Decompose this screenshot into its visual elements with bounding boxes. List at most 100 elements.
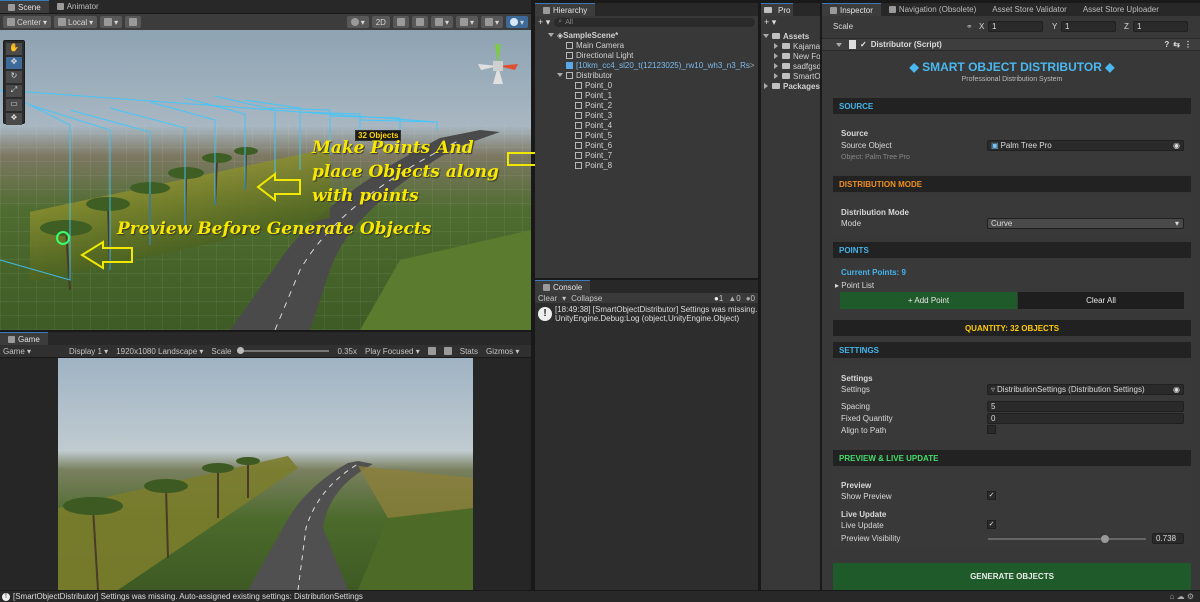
scene-draw-mode-button[interactable]: ▾ <box>346 16 369 28</box>
expand-arrow-icon[interactable] <box>557 73 563 77</box>
component-header[interactable]: ✓ Distributor (Script) ? ⇆ ⋮ <box>822 38 1200 51</box>
object-picker-icon[interactable]: ◉ <box>1173 385 1180 394</box>
expand-icon[interactable] <box>774 53 778 59</box>
scale-y-field[interactable]: 1 <box>1061 21 1116 32</box>
help-icon[interactable]: ? <box>1164 40 1169 49</box>
preview-visibility-slider[interactable] <box>988 535 1146 543</box>
live-update-checkbox[interactable]: ✓ <box>987 520 996 529</box>
audio-toggle[interactable] <box>411 16 428 28</box>
hierarchy-item[interactable]: Point_0 <box>575 80 612 90</box>
toggle-2d-button[interactable]: 2D <box>371 16 390 28</box>
spacing-field[interactable]: 5 <box>987 401 1184 412</box>
pivot-center-dropdown[interactable]: Center ▾ <box>3 16 52 28</box>
console-entry[interactable]: ! [18:49:38] [SmartObjectDistributor] Se… <box>535 305 758 327</box>
tab-project[interactable]: Pro <box>761 3 794 16</box>
source-object-field[interactable]: ▣ Palm Tree Pro ◉ <box>987 140 1184 151</box>
game-viewport[interactable] <box>58 358 473 590</box>
display-dropdown[interactable]: Display 1 ▾ <box>69 347 108 356</box>
component-menu-icon[interactable]: ⋮ <box>1184 40 1192 49</box>
generate-objects-button[interactable]: GENERATE OBJECTS <box>833 563 1191 590</box>
assets-folder[interactable]: Assets <box>763 31 809 41</box>
effects-dropdown[interactable]: ▾ <box>430 16 453 28</box>
expand-arrow-icon[interactable] <box>548 33 554 37</box>
point-list-foldout[interactable]: ▸ Point List <box>835 281 874 290</box>
constrain-proportions-icon[interactable]: ⚭ <box>966 22 973 31</box>
hierarchy-search[interactable]: ⌕ All <box>554 17 755 27</box>
hierarchy-item[interactable]: Point_1 <box>575 90 612 100</box>
gizmos-button[interactable]: Gizmos ▾ <box>486 347 519 356</box>
hierarchy-item[interactable]: Main Camera <box>566 40 624 50</box>
resolution-dropdown[interactable]: 1920x1080 Landscape ▾ <box>116 347 203 356</box>
assets-expand-icon[interactable] <box>763 34 769 38</box>
show-preview-checkbox[interactable]: ✓ <box>987 491 996 500</box>
align-to-path-checkbox[interactable] <box>987 425 996 434</box>
tab-navigation[interactable]: Navigation (Obsolete) <box>881 3 984 16</box>
error-count-toggle[interactable]: ●0 <box>746 294 755 303</box>
scene-camera-dropdown[interactable]: ▾ <box>480 16 503 28</box>
hierarchy-item[interactable]: Point_4 <box>575 120 612 130</box>
hierarchy-item[interactable]: ◈ SampleScene* <box>548 30 618 40</box>
points-section-header[interactable]: POINTS <box>833 242 1191 258</box>
play-focused-dropdown[interactable]: Play Focused ▾ <box>365 347 420 356</box>
expand-icon[interactable] <box>774 73 778 79</box>
settings-section-header[interactable]: SETTINGS <box>833 342 1191 358</box>
add-point-button[interactable]: + Add Point <box>840 292 1017 309</box>
folder-item[interactable]: Kajaman <box>773 41 820 51</box>
collapse-button[interactable]: Collapse <box>571 294 602 303</box>
mute-audio-icon[interactable] <box>427 347 436 355</box>
tab-animator[interactable]: Animator <box>49 0 107 13</box>
tab-asset-store-validator[interactable]: Asset Store Validator <box>984 3 1075 16</box>
component-enabled-checkbox[interactable]: ✓ <box>860 40 867 49</box>
folder-item[interactable]: sadfgsdg <box>773 61 820 71</box>
component-collapse-icon[interactable] <box>836 42 842 47</box>
folder-item[interactable]: SmartOb <box>773 71 820 81</box>
scene-viewport[interactable]: ✋ ✥ ↻ ⤢ ▭ ❖ 32 Objects Make Points And p… <box>0 30 531 330</box>
create-plus-icon[interactable]: + ▾ <box>538 17 550 28</box>
preview-visibility-thumb[interactable] <box>1100 535 1109 543</box>
stats-button[interactable]: Stats <box>460 347 478 356</box>
hierarchy-item[interactable]: Point_5 <box>575 130 612 140</box>
preview-visibility-field[interactable]: 0.738 <box>1152 533 1184 544</box>
prefab-open-icon[interactable]: > <box>750 61 755 70</box>
project-create-icon[interactable]: + ▾ <box>764 17 776 28</box>
tab-scene[interactable]: Scene <box>0 0 49 13</box>
grid-snap-button[interactable]: ▾ <box>100 16 123 28</box>
hierarchy-item[interactable]: [10km_cc4_sl20_t(12123025)_rw10_wh3_n3_R… <box>566 60 766 70</box>
scale-slider-thumb[interactable] <box>237 347 245 354</box>
space-local-dropdown[interactable]: Local ▾ <box>54 16 98 28</box>
warning-count-toggle[interactable]: ▲0 <box>728 294 740 303</box>
info-count-toggle[interactable]: ●1 <box>714 294 723 303</box>
clear-options-dropdown[interactable]: ▾ <box>562 294 566 303</box>
tab-game[interactable]: Game <box>0 332 48 345</box>
hierarchy-item[interactable]: Point_2 <box>575 100 612 110</box>
fixed-quantity-field[interactable]: 0 <box>987 413 1184 424</box>
hierarchy-item[interactable]: Point_8 <box>575 160 612 170</box>
expand-icon[interactable] <box>774 43 778 49</box>
tab-console[interactable]: Console <box>535 280 591 293</box>
packages-expand-icon[interactable] <box>764 83 768 89</box>
preview-section-header[interactable]: PREVIEW & LIVE UPDATE <box>833 450 1191 466</box>
status-bar[interactable]: ! [SmartObjectDistributor] Settings was … <box>0 591 1200 602</box>
scale-x-field[interactable]: 1 <box>988 21 1043 32</box>
object-picker-icon[interactable]: ◉ <box>1173 141 1180 150</box>
settings-asset-field[interactable]: ▿ DistributionSettings (Distribution Sett… <box>987 384 1184 395</box>
hierarchy-item[interactable]: Distributor <box>557 70 612 80</box>
presets-icon[interactable]: ⇆ <box>1173 40 1180 49</box>
expand-icon[interactable] <box>774 63 778 69</box>
hidden-objects-toggle[interactable]: ▾ <box>455 16 478 28</box>
tab-inspector[interactable]: Inspector <box>822 3 881 16</box>
hierarchy-item[interactable]: Point_6 <box>575 140 612 150</box>
clear-all-button[interactable]: Clear All <box>1018 292 1184 309</box>
tab-asset-store-uploader[interactable]: Asset Store Uploader <box>1075 3 1167 16</box>
packages-folder[interactable]: Packages <box>763 81 820 91</box>
hierarchy-item[interactable]: Point_7 <box>575 150 612 160</box>
tab-hierarchy[interactable]: Hierarchy <box>535 3 596 16</box>
game-mode-dropdown[interactable]: Game ▾ <box>3 347 31 356</box>
frame-debugger-icon[interactable] <box>443 347 452 355</box>
scale-z-field[interactable]: 1 <box>1133 21 1188 32</box>
gizmos-dropdown[interactable]: ▾ <box>505 16 528 28</box>
mode-dropdown[interactable]: Curve ▾ <box>987 218 1184 229</box>
hierarchy-item[interactable]: Directional Light <box>566 50 633 60</box>
distribution-section-header[interactable]: DISTRIBUTION MODE <box>833 176 1191 192</box>
hierarchy-item[interactable]: Point_3 <box>575 110 612 120</box>
